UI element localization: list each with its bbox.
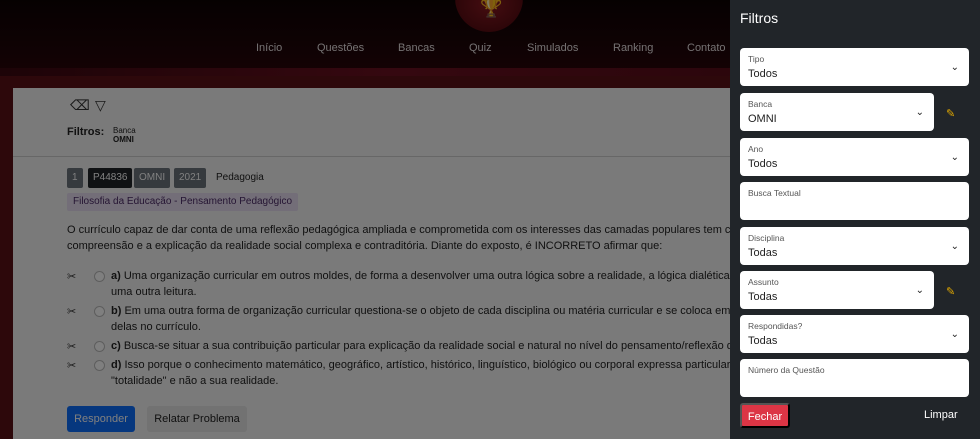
field-label: Banca <box>748 99 773 109</box>
field-label: Respondidas? <box>748 321 803 331</box>
pencil-icon[interactable]: ✎ <box>946 285 955 298</box>
field-label: Disciplina <box>748 233 785 243</box>
chevron-down-icon: ⌄ <box>915 285 924 296</box>
tipo-select[interactable]: Tipo Todos ⌄ <box>740 48 969 86</box>
field-value: OMNI <box>748 113 777 125</box>
field-value: Todas <box>748 247 778 259</box>
field-label: Assunto <box>748 277 779 287</box>
field-value: Todos <box>748 158 778 170</box>
respondidas-select[interactable]: Respondidas? Todas ⌄ <box>740 315 969 353</box>
chevron-down-icon: ⌄ <box>915 107 924 118</box>
text-search-input[interactable]: Busca Textual <box>740 182 969 220</box>
chevron-down-icon: ⌄ <box>950 152 959 163</box>
field-value: Todas <box>748 291 778 303</box>
field-value: Todos <box>748 68 778 80</box>
disciplina-select[interactable]: Disciplina Todas ⌄ <box>740 227 969 265</box>
filters-panel: Filtros Tipo Todos ⌄ Banca OMNI ⌄ ✎ Ano … <box>730 0 980 439</box>
close-button[interactable]: Fechar <box>740 403 790 428</box>
banca-select[interactable]: Banca OMNI ⌄ <box>740 93 934 131</box>
field-label: Tipo <box>748 54 765 64</box>
question-number-input[interactable]: Número da Questão <box>740 359 969 397</box>
field-label: Busca Textual <box>748 188 801 198</box>
field-label: Ano <box>748 144 764 154</box>
field-value: Todas <box>748 335 778 347</box>
field-label: Número da Questão <box>748 365 825 375</box>
chevron-down-icon: ⌄ <box>950 62 959 73</box>
chevron-down-icon: ⌄ <box>950 241 959 252</box>
chevron-down-icon: ⌄ <box>950 329 959 340</box>
panel-title: Filtros <box>740 10 779 26</box>
pencil-icon[interactable]: ✎ <box>946 107 955 120</box>
assunto-select[interactable]: Assunto Todas ⌄ <box>740 271 934 309</box>
clear-button[interactable]: Limpar <box>924 409 958 421</box>
ano-select[interactable]: Ano Todos ⌄ <box>740 138 969 176</box>
